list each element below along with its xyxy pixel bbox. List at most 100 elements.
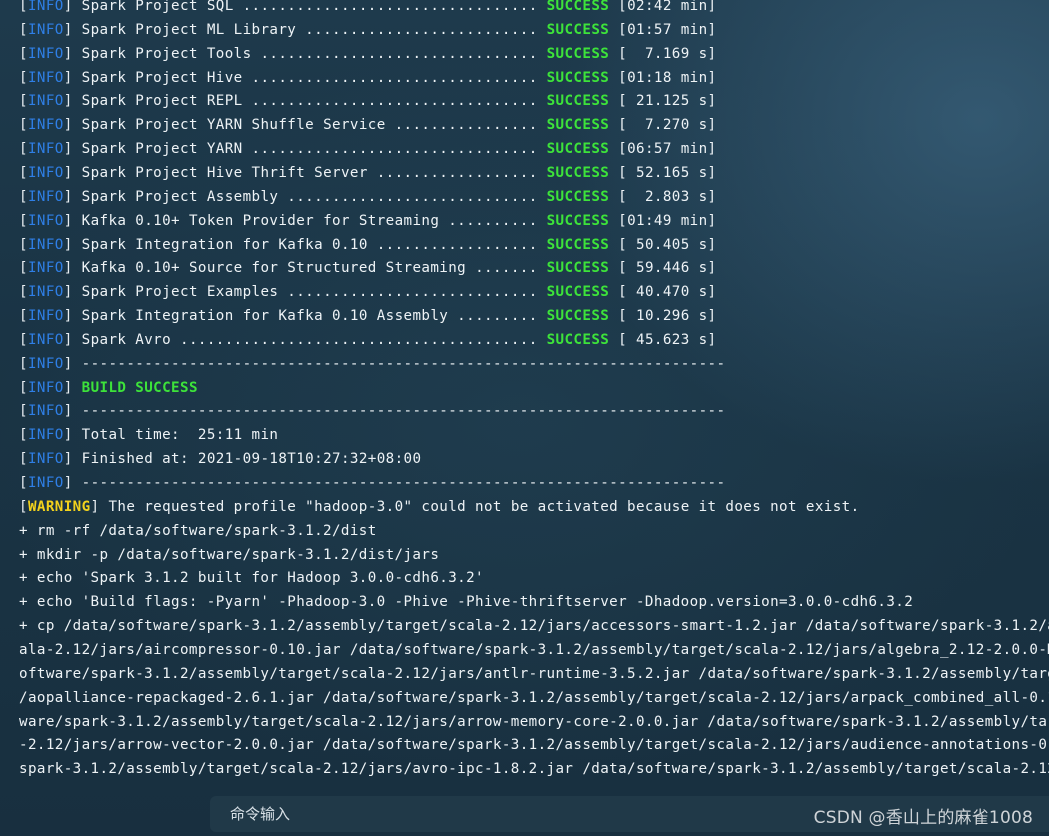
finished-at: Finished at: 2021-09-18T10:27:32+08:00 <box>81 451 422 467</box>
shell-line: + rm -rf /data/software/spark-3.1.2/dist <box>19 519 377 543</box>
module-result-line: [INFO] Spark Avro ......................… <box>19 328 717 352</box>
shell-line: + echo 'Spark 3.1.2 built for Hadoop 3.0… <box>19 566 484 590</box>
bracket-open: [ <box>19 499 28 515</box>
module-time: [ 2.803 s] <box>609 189 717 205</box>
bracket-open: [ <box>19 403 28 419</box>
bracket-close: ] <box>63 284 73 300</box>
module-name: Spark Project YARN Shuffle Service .....… <box>81 117 547 133</box>
info-tag: INFO <box>27 213 64 229</box>
bracket-open: [ <box>19 380 28 396</box>
bracket-open: [ <box>19 0 28 14</box>
build-result-line: [INFO] BUILD SUCCESS <box>19 376 198 400</box>
info-tag: INFO <box>27 141 64 157</box>
bracket-open: [ <box>19 308 28 324</box>
info-tag: INFO <box>27 260 64 276</box>
bracket-close: ] <box>63 117 73 133</box>
info-tag: INFO <box>27 308 64 324</box>
bracket-close: ] <box>63 475 73 491</box>
bracket-close: ] <box>63 141 73 157</box>
module-status: SUCCESS <box>546 93 610 109</box>
info-tag: INFO <box>27 475 64 491</box>
terminal-output[interactable]: [INFO] Spark Project SQL ...............… <box>0 0 1049 784</box>
module-time: [ 52.165 s] <box>609 165 717 181</box>
finished-at-line: [INFO] Finished at: 2021-09-18T10:27:32+… <box>19 447 421 471</box>
bracket-open: [ <box>19 475 28 491</box>
bracket-close: ] <box>63 332 73 348</box>
module-status: SUCCESS <box>546 260 610 276</box>
info-tag: INFO <box>27 380 64 396</box>
module-name: Kafka 0.10+ Token Provider for Streaming… <box>81 213 547 229</box>
info-tag: INFO <box>27 427 64 443</box>
watermark: CSDN @香山上的麻雀1008 <box>813 808 1033 828</box>
module-time: [ 50.405 s] <box>609 237 717 253</box>
module-status: SUCCESS <box>546 165 610 181</box>
bracket-close: ] <box>63 213 73 229</box>
module-result-line: [INFO] Spark Project Hive ..............… <box>19 66 717 90</box>
module-result-line: [INFO] Spark Integration for Kafka 0.10 … <box>19 304 717 328</box>
module-time: [ 10.296 s] <box>609 308 717 324</box>
bracket-close: ] <box>63 403 73 419</box>
module-result-line: [INFO] Kafka 0.10+ Token Provider for St… <box>19 209 717 233</box>
info-tag: INFO <box>27 165 64 181</box>
module-name: Spark Avro .............................… <box>81 332 547 348</box>
info-tag: INFO <box>27 93 64 109</box>
info-tag: INFO <box>27 356 64 372</box>
module-time: [01:57 min] <box>609 22 717 38</box>
shell-command-text: + rm -rf /data/software/spark-3.1.2/dist <box>19 523 377 539</box>
module-name: Spark Project Hive Thrift Server .......… <box>81 165 547 181</box>
bracket-open: [ <box>19 141 28 157</box>
module-time: [01:49 min] <box>609 213 717 229</box>
module-name: Spark Project Examples .................… <box>81 284 547 300</box>
shell-command-text: ware/spark-3.1.2/assembly/target/scala-2… <box>19 714 1049 730</box>
bracket-open: [ <box>19 70 28 86</box>
info-tag: INFO <box>27 237 64 253</box>
bracket-close: ] <box>63 165 73 181</box>
shell-command-text: ala-2.12/jars/aircompressor-0.10.jar /da… <box>19 642 1049 658</box>
bracket-close: ] <box>63 380 73 396</box>
shell-line: + cp /data/software/spark-3.1.2/assembly… <box>19 614 1049 638</box>
info-tag: INFO <box>27 117 64 133</box>
module-name: Spark Project Tools ....................… <box>81 46 547 62</box>
shell-command-text: + mkdir -p /data/software/spark-3.1.2/di… <box>19 547 440 563</box>
shell-line: ware/spark-3.1.2/assembly/target/scala-2… <box>19 710 1049 734</box>
bracket-open: [ <box>19 356 28 372</box>
shell-command-text: oftware/spark-3.1.2/assembly/target/scal… <box>19 666 1049 682</box>
module-result-line: [INFO] Spark Project Assembly ..........… <box>19 185 717 209</box>
bracket-open: [ <box>19 117 28 133</box>
module-result-line: [INFO] Spark Project Tools .............… <box>19 42 717 66</box>
shell-command-text: /aopalliance-repackaged-2.6.1.jar /data/… <box>19 690 1049 706</box>
command-input-placeholder: 命令输入 <box>230 805 291 823</box>
total-time: Total time: 25:11 min <box>81 427 279 443</box>
shell-line: /aopalliance-repackaged-2.6.1.jar /data/… <box>19 686 1049 710</box>
bracket-open: [ <box>19 22 28 38</box>
shell-command-text: spark-3.1.2/assembly/target/scala-2.12/j… <box>19 761 1049 777</box>
module-name: Spark Project ML Library ...............… <box>81 22 547 38</box>
bracket-close: ] <box>63 70 73 86</box>
bracket-close: ] <box>63 93 73 109</box>
info-tag: INFO <box>27 22 64 38</box>
info-tag: INFO <box>27 46 64 62</box>
shell-command-text: + echo 'Build flags: -Pyarn' -Phadoop-3.… <box>19 594 914 610</box>
module-result-line: [INFO] Kafka 0.10+ Source for Structured… <box>19 256 717 280</box>
module-name: Spark Project Hive .....................… <box>81 70 547 86</box>
bracket-close: ] <box>63 46 73 62</box>
bracket-open: [ <box>19 46 28 62</box>
module-status: SUCCESS <box>546 213 610 229</box>
module-status: SUCCESS <box>546 189 610 205</box>
module-name: Spark Integration for Kafka 0.10 .......… <box>81 237 547 253</box>
bracket-open: [ <box>19 427 28 443</box>
module-result-line: [INFO] Spark Project YARN ..............… <box>19 137 717 161</box>
bracket-close: ] <box>63 0 73 14</box>
bracket-close: ] <box>63 189 73 205</box>
shell-command-text: + echo 'Spark 3.1.2 built for Hadoop 3.0… <box>19 570 484 586</box>
bracket-open: [ <box>19 189 28 205</box>
module-name: Spark Project SQL ......................… <box>81 0 547 14</box>
module-name: Spark Project REPL .....................… <box>81 93 547 109</box>
bracket-close: ] <box>63 237 73 253</box>
module-time: [ 59.446 s] <box>609 260 717 276</box>
warning-line: [WARNING] The requested profile "hadoop-… <box>19 495 860 519</box>
bracket-open: [ <box>19 284 28 300</box>
module-time: [ 7.169 s] <box>609 46 717 62</box>
info-tag: INFO <box>27 189 64 205</box>
module-result-line: [INFO] Spark Project Examples ..........… <box>19 280 717 304</box>
